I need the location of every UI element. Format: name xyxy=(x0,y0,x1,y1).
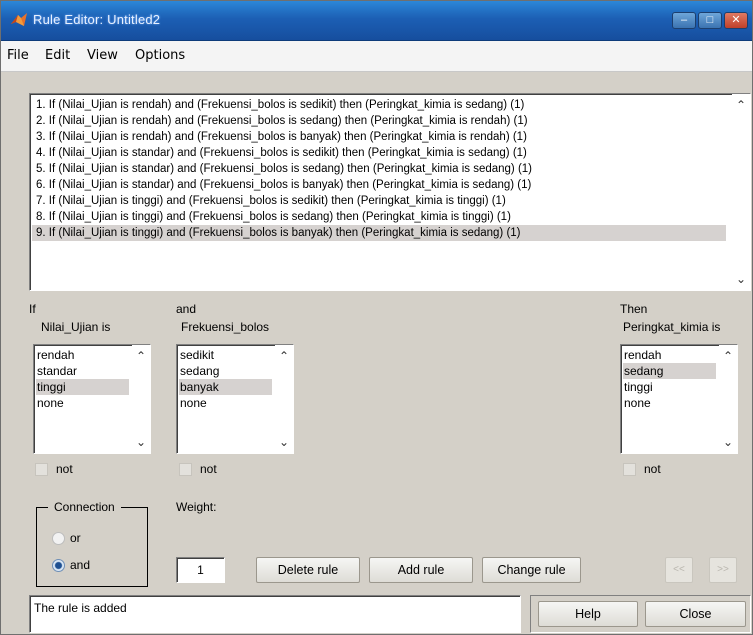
and-header: and xyxy=(176,302,197,316)
close-icon: ✕ xyxy=(731,14,741,26)
then-variable-label: Peringkat_kimia is xyxy=(623,320,721,334)
menu-edit[interactable]: Edit xyxy=(45,48,70,63)
change-rule-button[interactable]: Change rule xyxy=(482,557,581,583)
and-not-checkbox[interactable] xyxy=(179,463,192,476)
or-label: or xyxy=(70,531,81,545)
then-header: Then xyxy=(620,302,648,316)
scroll-down-icon[interactable]: ⌄ xyxy=(134,435,148,449)
weight-label: Weight: xyxy=(176,500,217,514)
list-item[interactable]: none xyxy=(36,395,129,411)
status-message: The rule is added xyxy=(34,601,127,615)
status-bar: The rule is added xyxy=(29,595,521,633)
scroll-down-icon[interactable]: ⌄ xyxy=(721,435,735,449)
rule-item[interactable]: 1. If (Nilai_Ujian is rendah) and (Freku… xyxy=(36,97,524,113)
then-list-scrollbar[interactable]: ⌃ ⌄ xyxy=(719,345,737,453)
matlab-logo-icon xyxy=(11,13,27,26)
menu-view[interactable]: View xyxy=(87,48,118,63)
and-label: and xyxy=(70,558,91,572)
close-button[interactable]: Close xyxy=(645,601,746,627)
list-item[interactable]: sedang xyxy=(179,363,272,379)
scroll-up-icon[interactable]: ⌃ xyxy=(277,349,291,363)
title-bar[interactable]: Rule Editor: Untitled2 – □ ✕ xyxy=(1,1,752,41)
scroll-down-icon[interactable]: ⌄ xyxy=(734,272,748,286)
window-title: Rule Editor: Untitled2 xyxy=(33,12,161,27)
rule-item[interactable]: 8. If (Nilai_Ujian is tinggi) and (Freku… xyxy=(36,209,511,225)
close-window-button[interactable]: ✕ xyxy=(724,12,748,29)
rules-listbox[interactable]: 1. If (Nilai_Ujian is rendah) and (Freku… xyxy=(29,93,751,291)
list-item-selected[interactable]: sedang xyxy=(623,363,716,379)
next-button[interactable]: >> xyxy=(709,557,737,583)
scroll-up-icon[interactable]: ⌃ xyxy=(721,349,735,363)
maximize-button[interactable]: □ xyxy=(698,12,722,29)
rule-item-selected[interactable]: 9. If (Nilai_Ujian is tinggi) and (Freku… xyxy=(32,225,726,241)
list-item[interactable]: rendah xyxy=(36,347,129,363)
connection-group xyxy=(36,507,148,587)
if-not-label: not xyxy=(56,462,73,476)
rule-item[interactable]: 6. If (Nilai_Ujian is standar) and (Frek… xyxy=(36,177,531,193)
list-item[interactable]: none xyxy=(623,395,716,411)
menu-bar: File Edit View Options xyxy=(1,41,752,72)
if-variable-label: Nilai_Ujian is xyxy=(41,320,111,334)
and-variable-label: Frekuensi_bolos xyxy=(181,320,270,334)
maximize-icon: □ xyxy=(706,14,714,26)
add-rule-button[interactable]: Add rule xyxy=(369,557,473,583)
weight-value: 1 xyxy=(197,563,204,577)
or-radio[interactable] xyxy=(52,532,65,545)
if-header: If xyxy=(29,302,36,316)
connection-label: Connection xyxy=(48,500,121,514)
scroll-up-icon[interactable]: ⌃ xyxy=(134,349,148,363)
then-not-label: not xyxy=(644,462,661,476)
and-mf-listbox[interactable]: sedikit sedang banyak none ⌃ ⌄ xyxy=(176,344,294,454)
and-radio[interactable] xyxy=(52,559,65,572)
rule-item[interactable]: 7. If (Nilai_Ujian is tinggi) and (Freku… xyxy=(36,193,506,209)
if-not-checkbox[interactable] xyxy=(35,463,48,476)
minimize-icon: – xyxy=(680,14,688,26)
scroll-down-icon[interactable]: ⌄ xyxy=(277,435,291,449)
if-mf-listbox[interactable]: rendah standar tinggi none ⌃ ⌄ xyxy=(33,344,151,454)
rule-editor-window: Rule Editor: Untitled2 – □ ✕ File Edit V… xyxy=(0,0,753,635)
help-button[interactable]: Help xyxy=(538,601,638,627)
minimize-button[interactable]: – xyxy=(672,12,696,29)
then-mf-listbox[interactable]: rendah sedang tinggi none ⌃ ⌄ xyxy=(620,344,738,454)
and-list-scrollbar[interactable]: ⌃ ⌄ xyxy=(275,345,293,453)
and-not-label: not xyxy=(200,462,217,476)
list-item-selected[interactable]: tinggi xyxy=(36,379,129,395)
list-item[interactable]: none xyxy=(179,395,272,411)
delete-rule-button[interactable]: Delete rule xyxy=(256,557,360,583)
then-not-checkbox[interactable] xyxy=(623,463,636,476)
prev-button[interactable]: << xyxy=(665,557,693,583)
menu-options[interactable]: Options xyxy=(135,48,185,63)
list-item-selected[interactable]: banyak xyxy=(179,379,272,395)
list-item[interactable]: tinggi xyxy=(623,379,716,395)
scroll-up-icon[interactable]: ⌃ xyxy=(734,98,748,112)
rule-item[interactable]: 4. If (Nilai_Ujian is standar) and (Frek… xyxy=(36,145,527,161)
rule-item[interactable]: 5. If (Nilai_Ujian is standar) and (Frek… xyxy=(36,161,532,177)
weight-input[interactable]: 1 xyxy=(176,557,225,583)
rule-item[interactable]: 2. If (Nilai_Ujian is rendah) and (Freku… xyxy=(36,113,528,129)
list-item[interactable]: sedikit xyxy=(179,347,272,363)
menu-file[interactable]: File xyxy=(7,48,29,63)
if-list-scrollbar[interactable]: ⌃ ⌄ xyxy=(132,345,150,453)
rule-item[interactable]: 3. If (Nilai_Ujian is rendah) and (Freku… xyxy=(36,129,527,145)
rules-scrollbar[interactable]: ⌃ ⌄ xyxy=(732,94,750,290)
list-item[interactable]: standar xyxy=(36,363,129,379)
list-item[interactable]: rendah xyxy=(623,347,716,363)
